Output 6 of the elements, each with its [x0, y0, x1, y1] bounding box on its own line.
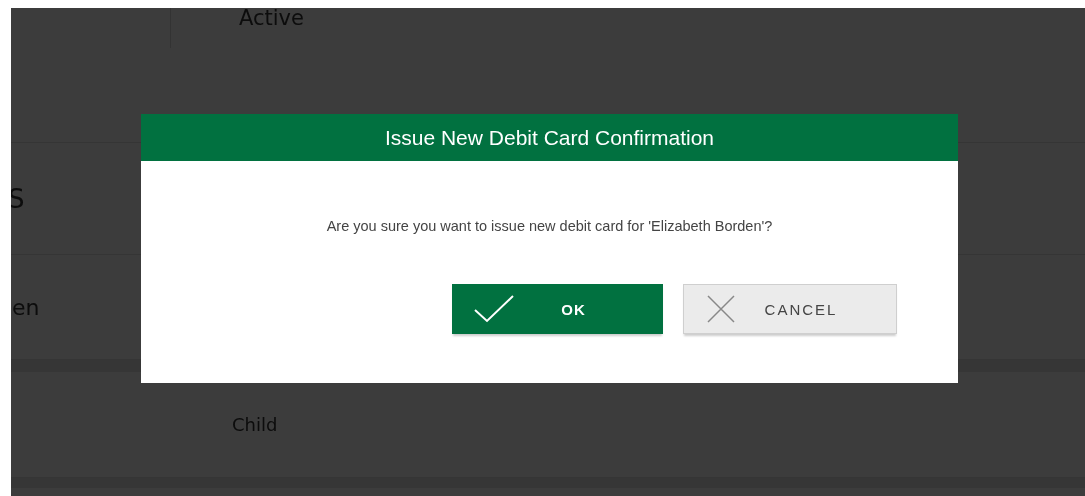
cancel-button[interactable]: CANCEL: [683, 284, 897, 334]
dialog-message: Are you sure you want to issue new debit card for 'Elizabeth Borden'?: [325, 218, 774, 234]
ok-button[interactable]: OK: [452, 284, 663, 334]
close-icon: [706, 294, 736, 324]
checkmark-icon: [474, 295, 514, 323]
dialog-title: Issue New Debit Card Confirmation: [141, 114, 958, 161]
